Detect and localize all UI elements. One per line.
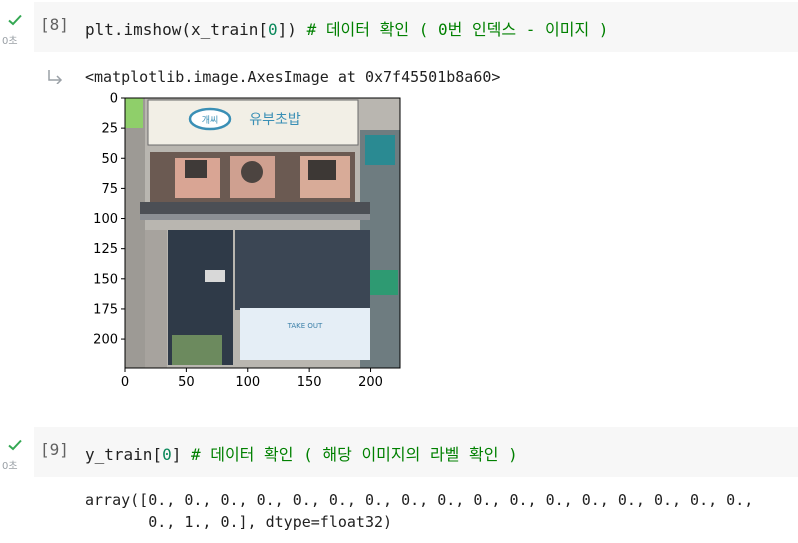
x-tick-label: 0: [121, 375, 129, 390]
code-call-end: ]): [277, 20, 297, 39]
code-number: 0: [268, 20, 278, 39]
code-line[interactable]: plt.imshow(x_train[0]) # 데이터 확인 ( 0번 인덱스…: [85, 16, 608, 40]
execution-count[interactable]: [8]: [40, 15, 69, 34]
code-comment: # 데이터 확인 ( 0번 인덱스 - 이미지 ): [296, 20, 609, 39]
exec-time: 0초: [2, 36, 18, 47]
output-redirect-icon[interactable]: [46, 68, 64, 84]
exec-time: 0초: [2, 461, 18, 472]
code-cell-8[interactable]: 0초 [8] plt.imshow(x_train[0]) # 데이터 확인 (…: [0, 2, 798, 422]
plot-svg: 개씨 유부초밥 TAKE OUT 0255075100125150175200 …: [93, 92, 401, 390]
x-axis: 0 50 100 150 200: [121, 368, 383, 390]
x-tick-label: 100: [235, 375, 260, 390]
storefront-image: 개씨 유부초밥 TAKE OUT: [125, 98, 400, 368]
y-tick-label: 25: [101, 122, 118, 137]
check-icon: [8, 14, 22, 26]
y-tick-label: 175: [93, 302, 118, 317]
execution-count[interactable]: [9]: [40, 440, 69, 459]
x-tick-label: 50: [178, 375, 195, 390]
code-number: 0: [162, 445, 172, 464]
array-output-line: 0., 1., 0.], dtype=float32): [85, 513, 393, 531]
array-output: array([0., 0., 0., 0., 0., 0., 0., 0., 0…: [85, 489, 753, 533]
imshow-plot: 개씨 유부초밥 TAKE OUT 0 25 50 75 100 125 150 …: [80, 90, 420, 400]
y-tick-label: 150: [93, 272, 118, 287]
y-tick-label: 75: [101, 182, 118, 197]
y-tick-label: 200: [93, 333, 118, 348]
code-call: plt.imshow(x_train[: [85, 20, 269, 39]
y-tick-label: 50: [101, 152, 118, 167]
code-call-end: ]: [171, 445, 182, 464]
code-line[interactable]: y_train[0] # 데이터 확인 ( 해당 이미지의 라벨 확인 ): [85, 441, 518, 465]
sign-text: 유부초밥: [249, 112, 301, 128]
y-tick-label: 125: [93, 242, 118, 257]
window-text: TAKE OUT: [287, 322, 323, 330]
code-comment: # 데이터 확인 ( 해당 이미지의 라벨 확인 ): [181, 445, 518, 464]
y-tick-label: 100: [93, 212, 118, 227]
sign-small-text: 개씨: [202, 115, 219, 126]
array-output-line: array([0., 0., 0., 0., 0., 0., 0., 0., 0…: [85, 491, 754, 509]
check-icon: [8, 439, 22, 451]
y-tick-label: 0: [110, 92, 118, 107]
y-axis: 0 25 50 75 100 125 150 175 200: [93, 92, 125, 348]
output-text: <matplotlib.image.AxesImage at 0x7f45501…: [85, 68, 501, 86]
x-tick-label: 200: [358, 375, 383, 390]
code-call: y_train[: [85, 445, 163, 464]
x-tick-label: 150: [297, 375, 322, 390]
